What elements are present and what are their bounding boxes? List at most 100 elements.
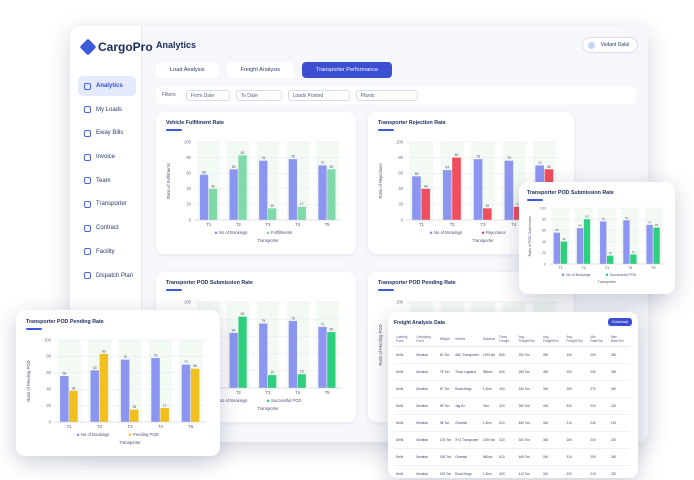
cargopro-logo-icon — [79, 38, 97, 56]
table-cell: 98 Ton — [437, 397, 454, 415]
table-cell: XYZ Transporter — [453, 431, 481, 449]
table-cell: 200 — [588, 346, 609, 364]
legend-marker — [605, 273, 609, 277]
table-cell: Delhi — [394, 397, 415, 415]
table-cell: 220 — [564, 465, 589, 478]
sidebar-item-analytics[interactable]: Analytics — [78, 76, 136, 96]
table-row[interactable]: Delhi Mumbai 50 Ton ABC Transporter 1200 km 8… — [394, 346, 630, 364]
data-label: 17 — [632, 250, 636, 254]
sidebar-item-label: Eway Bills — [96, 130, 124, 137]
bar — [327, 169, 336, 220]
table-cell: Road Kings — [453, 380, 481, 398]
sidebar-item-eway-bills[interactable]: Eway Bills — [78, 123, 136, 143]
sidebar-item-label: Team — [96, 177, 111, 184]
column-header[interactable]: Unloading Point — [414, 332, 438, 347]
table-row[interactable]: Delhi Mumbai 87 Ton Road Kings 1.2km 400 340 T… — [394, 380, 630, 398]
table-header-row: Loading Point Unloading Point Weight Vehicl… — [394, 332, 630, 347]
table-row[interactable]: Delhi Mumbai 150 Ton Road Kings 1.3km 400 410 … — [394, 465, 630, 478]
table-row[interactable]: Delhi Mumbai 150 Ton Chamtal 560km 610 460 Ton… — [394, 448, 630, 466]
data-label: 76 — [602, 217, 606, 221]
x-tick-label: T2 — [582, 266, 586, 270]
legend-marker — [266, 231, 270, 235]
sidebar-item-dispatch-plan[interactable]: Dispatch Plan — [78, 266, 136, 286]
column-header[interactable]: Avg. Freight/Ton — [516, 332, 542, 347]
tab-freight-analysis[interactable]: Freight Analysis — [226, 62, 295, 78]
sidebar-item-team[interactable]: Team — [78, 171, 136, 191]
data-label: 15 — [132, 405, 136, 409]
bar — [583, 219, 591, 264]
tab-load-analysis[interactable]: Load Analysis — [156, 62, 219, 78]
y-tick-label: 20 — [46, 403, 51, 408]
bar — [259, 323, 268, 388]
data-label: 64 — [232, 328, 236, 332]
user-menu[interactable]: Vedant Dalal — [581, 37, 638, 53]
table-cell: 87 Ton — [437, 380, 454, 398]
x-tick-label: T4 — [628, 266, 632, 270]
table-cell: 250 — [608, 363, 630, 381]
card-title: Transporter POD Pending Rate — [26, 319, 104, 330]
table-cell: 1.3km — [480, 465, 498, 478]
bar — [630, 254, 637, 264]
bar — [576, 228, 584, 264]
x-tick-label: T3 — [605, 266, 609, 270]
sidebar-item-transporter[interactable]: Transporter — [78, 194, 136, 214]
x-axis-label: Transporter — [257, 238, 279, 243]
y-tick-label: 60 — [186, 171, 191, 176]
table-cell: 260 — [608, 448, 630, 466]
column-header[interactable]: Distance — [480, 332, 498, 347]
data-label: 78 — [291, 316, 295, 320]
box-icon — [84, 106, 91, 114]
legend-marker — [481, 231, 485, 235]
table-cell: 200 Ton — [516, 346, 542, 364]
sidebar-item-invoice[interactable]: Invoice — [78, 147, 136, 167]
plants-filter[interactable]: Plants — [355, 89, 418, 101]
y-axis-label: Ratio of Fulfilments — [166, 163, 171, 199]
sidebar-item-contract[interactable]: Contract — [78, 218, 136, 238]
bar — [199, 174, 209, 220]
data-label: 80 — [585, 215, 589, 219]
to-date-filter[interactable]: To Date — [235, 89, 282, 101]
contract-icon — [84, 224, 91, 232]
download-button[interactable]: Download — [608, 318, 632, 326]
table-cell: 350 — [541, 346, 565, 364]
column-header[interactable]: Avg Freight/Km — [541, 332, 565, 347]
table-cell: 150 Ton — [437, 448, 454, 466]
from-date-filter[interactable]: From Date — [185, 89, 230, 101]
table-cell: 320 — [497, 431, 517, 449]
table-row[interactable]: Delhi Mumbai 98 Ton Chamtal 1.3km 610 460 Ton 3… — [394, 414, 630, 432]
sidebar-item-label: Contract — [96, 225, 119, 232]
data-label: 78 — [154, 354, 158, 358]
column-header[interactable]: Min Rate/Ton — [588, 332, 609, 347]
data-label: 78 — [625, 216, 629, 220]
data-label: 15 — [270, 204, 274, 208]
table-cell: 240 — [541, 448, 565, 466]
tab-transporter-performance[interactable]: Transporter Performance — [302, 62, 393, 78]
table-row[interactable]: Delhi Mumbai 78 Ton Truck Logistics 960km 600… — [394, 363, 630, 381]
table-row[interactable]: Delhi Mumbai 98 Ton Jag Ex 7km 420 260 Ton 430 3… — [394, 397, 630, 415]
x-tick-label: T2 — [97, 424, 103, 429]
bar — [442, 170, 452, 220]
table-cell: ABC Transporter — [453, 346, 481, 364]
column-header[interactable]: Fixed Freight — [497, 332, 517, 347]
data-label: 64 — [445, 166, 449, 170]
y-tick-label: 100 — [540, 206, 546, 210]
column-header[interactable]: Weight — [437, 332, 454, 347]
bar — [318, 165, 327, 220]
table-cell: 150 — [564, 380, 589, 398]
sidebar-item-facility[interactable]: Facility — [78, 242, 136, 262]
column-header[interactable]: Loading Point — [394, 332, 415, 347]
loads-posted-filter[interactable]: Loads Posted — [287, 89, 350, 101]
column-header[interactable]: Max Rate/Ton — [608, 332, 630, 347]
x-tick-label: T2 — [450, 222, 456, 227]
data-label: 76 — [261, 156, 265, 160]
y-axis-label: Ratio of Rejections — [378, 163, 383, 198]
sidebar-item-label: Dispatch Plan — [96, 272, 134, 279]
sidebar-item-my-loads[interactable]: My Loads — [78, 100, 136, 120]
bar — [327, 332, 336, 388]
column-header[interactable]: Avg Freight/Ton — [564, 332, 589, 347]
x-axis-label: Transporter — [257, 406, 279, 411]
column-header[interactable]: Vehicle — [453, 332, 481, 347]
table-row[interactable]: Delhi Mumbai 100 Ton XYZ Transporter 1000 km… — [394, 431, 630, 449]
y-tick-label: 100 — [184, 139, 192, 144]
bar — [160, 408, 169, 422]
